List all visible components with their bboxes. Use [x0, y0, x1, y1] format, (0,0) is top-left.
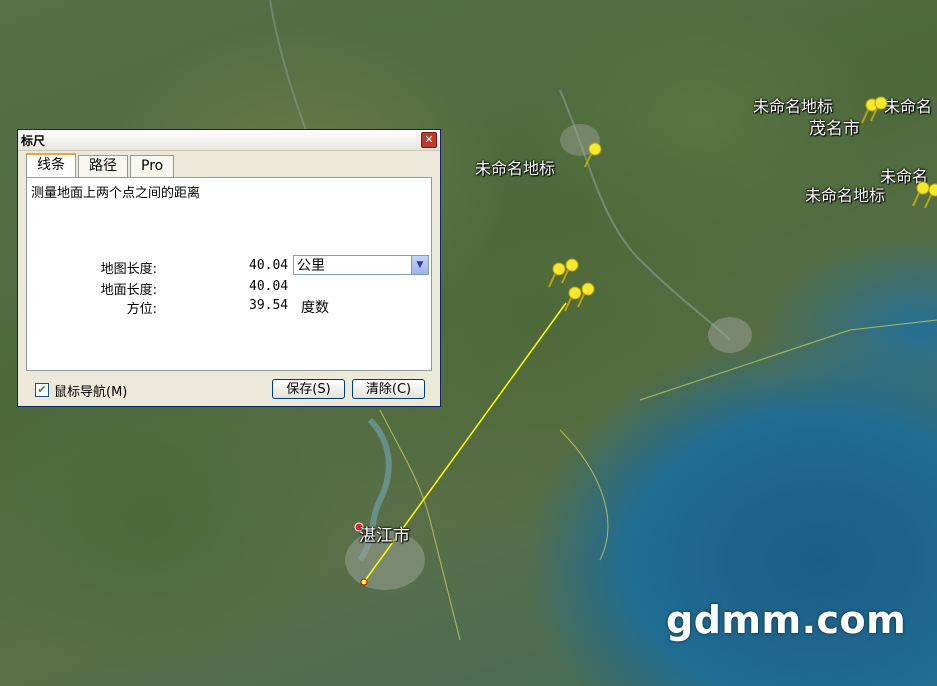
- heading-value: 39.54: [249, 298, 289, 313]
- pushpin-icon[interactable]: [575, 281, 597, 309]
- tab-pro[interactable]: Pro: [130, 155, 175, 177]
- ruler-dialog: 标尺 ✕ 线条 路径 Pro 测量地面上两个点之间的距离 地图长度: 40.04…: [17, 129, 441, 407]
- tab-path[interactable]: 路径: [78, 155, 128, 177]
- chevron-down-icon[interactable]: ▼: [411, 256, 428, 274]
- map-length-label: 地图长度:: [100, 262, 157, 277]
- dialog-footer: ✔ 鼠标导航(M) 保存(S) 清除(C): [18, 377, 440, 405]
- placemark-label[interactable]: 未命名地标: [805, 182, 885, 206]
- pushpin-icon[interactable]: [922, 182, 937, 210]
- tab-line[interactable]: 线条: [26, 153, 76, 177]
- heading-unit: 度数: [301, 300, 329, 316]
- coastline: [379, 319, 937, 641]
- city-label-maoming: 茂名市: [809, 119, 860, 139]
- close-icon: ✕: [424, 133, 434, 146]
- ground-length-label: 地面长度:: [100, 283, 157, 298]
- dialog-title: 标尺: [21, 133, 46, 148]
- save-button[interactable]: 保存(S): [272, 379, 345, 399]
- ground-length-value: 40.04: [249, 279, 289, 294]
- dialog-titlebar[interactable]: 标尺 ✕: [18, 130, 440, 151]
- measure-start-point: [360, 578, 368, 586]
- unit-select-value: 公里: [297, 258, 325, 274]
- close-button[interactable]: ✕: [421, 132, 437, 148]
- map-length-value: 40.04: [249, 258, 289, 273]
- pushpin-icon[interactable]: [868, 95, 890, 123]
- city-area: [708, 317, 752, 353]
- check-icon: ✔: [37, 383, 47, 396]
- city-label-zhanjiang: 湛江市: [359, 526, 410, 546]
- unit-select[interactable]: 公里 ▼: [293, 255, 429, 275]
- pushpin-icon[interactable]: [582, 141, 604, 169]
- heading-label: 方位:: [126, 302, 157, 317]
- tab-bar: 线条 路径 Pro: [26, 153, 176, 177]
- description-text: 测量地面上两个点之间的距离: [31, 186, 201, 201]
- clear-button[interactable]: 清除(C): [352, 379, 425, 399]
- mouse-nav-checkbox[interactable]: ✔: [35, 383, 49, 397]
- mouse-nav-label[interactable]: 鼠标导航(M): [54, 381, 127, 400]
- watermark: gdmm.com: [666, 598, 907, 642]
- placemark-label[interactable]: 未命名地标: [475, 155, 555, 179]
- tab-panel-line: 测量地面上两个点之间的距离 地图长度: 40.04 公里 ▼ 地面长度: 40.…: [26, 177, 432, 371]
- placemark-label[interactable]: 未命名: [884, 93, 932, 117]
